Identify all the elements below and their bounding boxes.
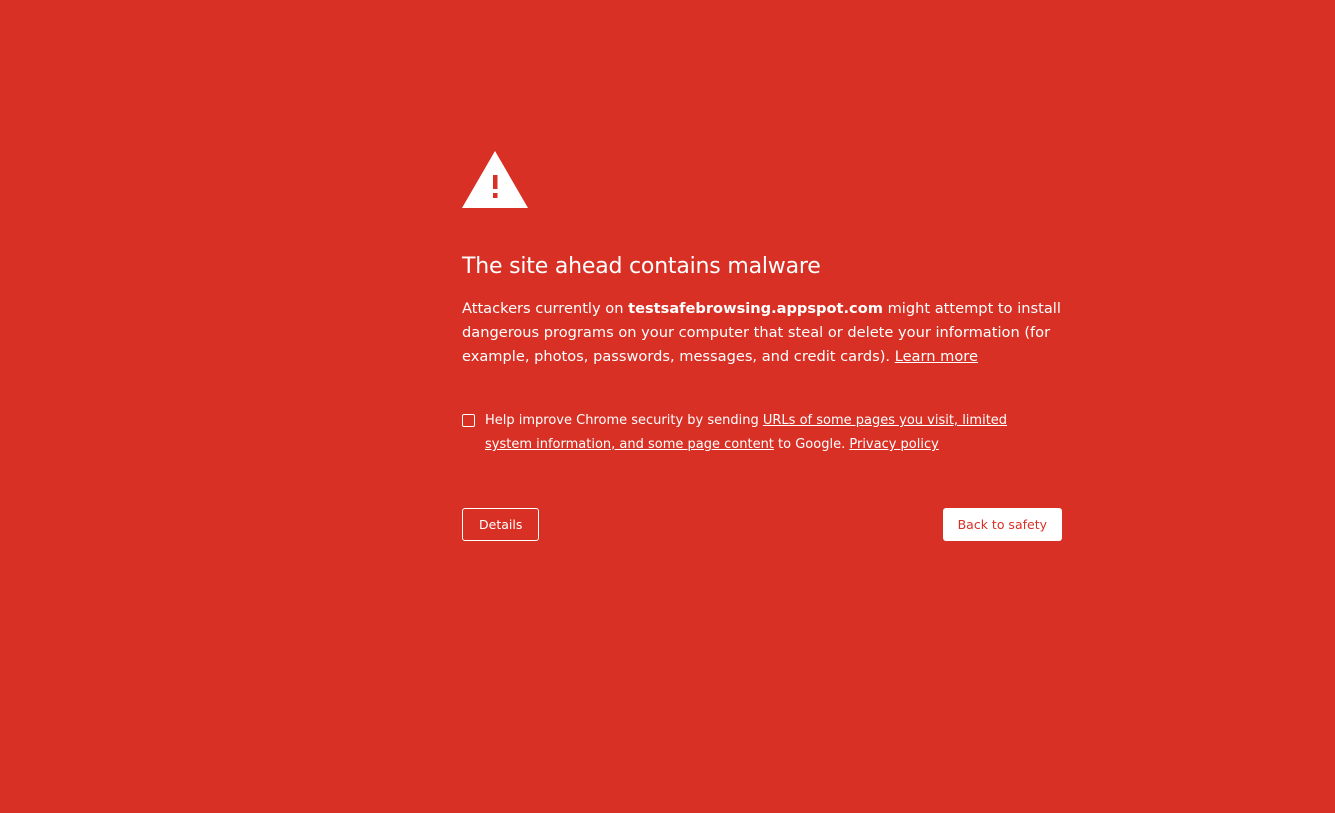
main-message-prefix: Attackers currently on (462, 300, 629, 317)
back-to-safety-button[interactable]: Back to safety (942, 508, 1062, 541)
optin-label: Help improve Chrome security by sending … (485, 409, 1025, 457)
button-row: Details Back to safety (462, 508, 1062, 544)
extended-reporting-checkbox[interactable] (462, 414, 475, 427)
learn-more-link[interactable]: Learn more (895, 348, 978, 365)
extended-reporting-optin: Help improve Chrome security by sending … (462, 409, 1062, 457)
interstitial-page: The site ahead contains malware Attacker… (0, 0, 1335, 813)
interstitial-content: The site ahead contains malware Attacker… (462, 151, 1062, 544)
site-hostname: testsafebrowsing.appspot.com (628, 300, 883, 317)
main-message: Attackers currently on testsafebrowsing.… (462, 297, 1062, 369)
optin-prefix: Help improve Chrome security by sending (485, 413, 763, 428)
privacy-policy-link[interactable]: Privacy policy (849, 437, 938, 452)
details-button[interactable]: Details (462, 508, 540, 541)
optin-middle: to Google. (773, 437, 850, 452)
page-title: The site ahead contains malware (462, 254, 821, 279)
warning-triangle-icon (462, 151, 528, 208)
